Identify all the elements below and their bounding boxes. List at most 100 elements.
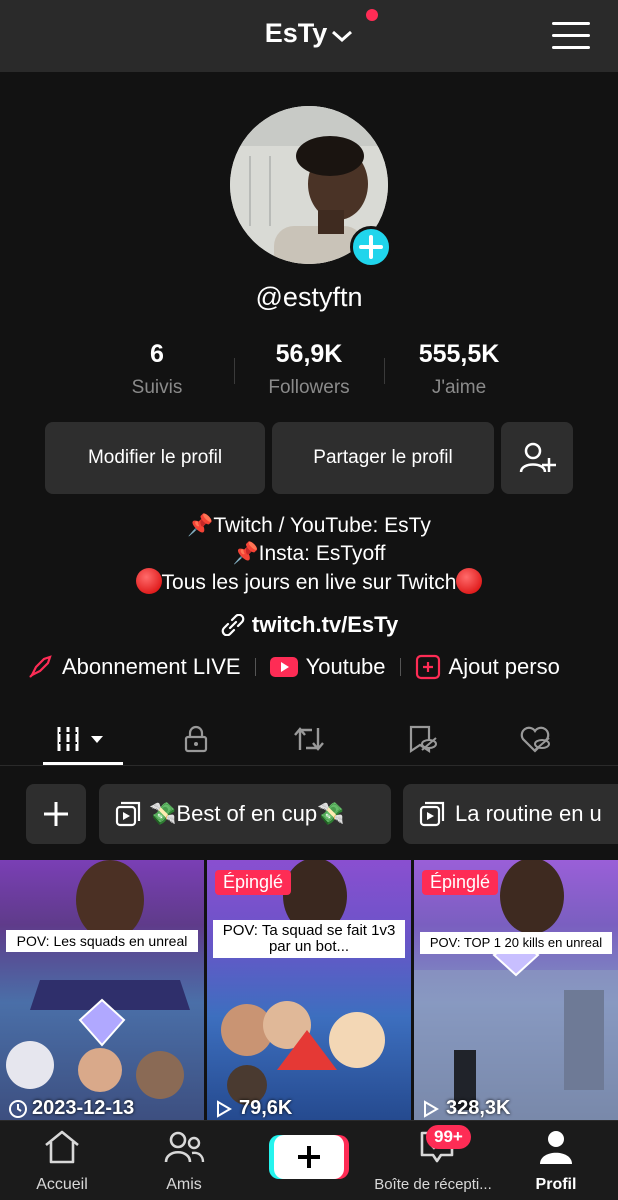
rocket-icon [29, 655, 52, 678]
video-grid: POV: Les squads en unreal 2023-12-13 Épi… [0, 860, 618, 1120]
nav-friends[interactable]: Amis [152, 1129, 216, 1194]
bookmark-hidden-icon [409, 725, 437, 754]
lock-icon [184, 725, 208, 753]
bio-line: Tous les jours en live sur Twitch [161, 571, 457, 594]
money-icon: 💸 [149, 801, 177, 826]
edit-profile-button[interactable]: Modifier le profil [45, 422, 265, 494]
video-caption: POV: Les squads en unreal [6, 930, 198, 952]
link-label: Abonnement LIVE [62, 654, 241, 679]
video-meta: 79,6K [215, 1097, 292, 1120]
pushpin-icon: 📌 [187, 514, 214, 537]
top-bar: EsTy [0, 0, 618, 72]
live-subscription-link[interactable]: Abonnement LIVE [26, 653, 241, 681]
tab-liked[interactable] [495, 712, 575, 766]
video-thumbnail[interactable]: POV: Les squads en unreal 2023-12-13 [0, 860, 204, 1120]
plus-icon [298, 1146, 320, 1168]
divider [254, 658, 256, 676]
video-caption: POV: Ta squad se fait 1v3 par un bot... [213, 920, 405, 958]
link-icon [221, 613, 245, 637]
playlist-icon [115, 801, 141, 827]
stat-followers[interactable]: 56,9K Followers [234, 340, 384, 399]
video-caption: POV: TOP 1 20 kills en unreal [420, 932, 612, 954]
video-meta: 328,3K [422, 1097, 511, 1120]
tab-reposts[interactable] [269, 712, 349, 766]
red-circle-icon [456, 568, 483, 594]
divider [399, 658, 401, 676]
video-thumbnail[interactable]: Épinglé POV: Ta squad se fait 1v3 par un… [207, 860, 411, 1120]
stat-likes[interactable]: 555,5K J'aime [384, 340, 534, 399]
stat-label: Suivis [131, 377, 183, 398]
money-icon: 💸 [317, 801, 345, 826]
video-thumbnail[interactable]: Épinglé POV: TOP 1 20 kills en unreal 32… [414, 860, 618, 1120]
playlist-title: Best of en cup [176, 801, 318, 826]
share-profile-button[interactable]: Partager le profil [272, 422, 494, 494]
notification-dot [366, 9, 378, 21]
view-count: 79,6K [239, 1097, 293, 1119]
play-icon [424, 1099, 439, 1118]
username: @estyftn [255, 282, 363, 312]
repost-icon [294, 727, 324, 751]
play-icon [217, 1099, 232, 1118]
heart-hidden-icon [520, 726, 550, 753]
inbox-badge: 99+ [426, 1125, 471, 1149]
red-circle-icon [135, 568, 162, 594]
stat-label: Followers [268, 377, 350, 398]
stat-following[interactable]: 6 Suivis [82, 340, 232, 399]
bio-line: Insta: EsTyoff [258, 542, 386, 565]
add-avatar-button[interactable] [350, 226, 392, 268]
stats-row: 6 Suivis 56,9K Followers 555,5K J'aime [82, 340, 536, 402]
video-meta: 2023-12-13 [8, 1097, 134, 1120]
add-square-icon [415, 654, 440, 680]
tab-videos[interactable] [43, 712, 123, 766]
youtube-link[interactable]: Youtube [269, 654, 386, 680]
stat-value: 6 [150, 340, 164, 368]
nav-label: Amis [166, 1176, 202, 1193]
grid-icon [57, 727, 103, 751]
nav-home[interactable]: Accueil [30, 1129, 94, 1194]
video-date: 2023-12-13 [32, 1097, 135, 1119]
thumbnail-image [221, 860, 385, 1105]
add-custom-link[interactable]: Ajout perso [415, 654, 560, 680]
bio-line: Twitch / YouTube: EsTy [213, 514, 431, 537]
pushpin-icon: 📌 [232, 542, 259, 565]
quick-links: Abonnement LIVE Youtube Ajout perso [26, 652, 560, 682]
chevron-down-icon [331, 19, 353, 50]
playlist-title: La routine en u [455, 801, 602, 826]
create-button[interactable] [274, 1135, 344, 1179]
playlist-chip[interactable]: La routine en u [403, 784, 618, 844]
stat-value: 56,9K [275, 340, 343, 368]
bottom-nav: Accueil Amis Boîte de récepti... 99+ Pro… [0, 1120, 618, 1200]
link-label: Youtube [305, 654, 386, 679]
content-tabs [0, 712, 618, 766]
tab-private[interactable] [156, 712, 236, 766]
stat-value: 555,5K [418, 340, 500, 368]
nav-label: Profil [535, 1176, 577, 1193]
tab-indicator [43, 762, 123, 765]
pinned-badge: Épinglé [215, 870, 292, 895]
plus-icon [44, 802, 68, 826]
bio: 📌Twitch / YouTube: EsTy 📌Insta: EsTyoff … [0, 512, 618, 597]
playlist-icon [419, 801, 445, 827]
clock-icon [9, 1099, 27, 1118]
link-text: twitch.tv/EsTy [251, 612, 399, 637]
nav-profile[interactable]: Profil [524, 1129, 588, 1194]
link-label: Ajout perso [448, 654, 560, 679]
add-friend-button[interactable] [501, 422, 573, 494]
nav-label: Boîte de récepti... [374, 1176, 492, 1193]
menu-icon[interactable] [552, 22, 590, 50]
account-name: EsTy [264, 18, 328, 48]
thumbnail-image [414, 860, 618, 1120]
account-switcher[interactable]: EsTy [0, 18, 618, 50]
playlist-chip[interactable]: 💸 Best of en cup 💸 [99, 784, 391, 844]
add-user-icon [519, 442, 556, 473]
stat-label: J'aime [431, 377, 487, 398]
home-icon [45, 1130, 79, 1164]
add-playlist-button[interactable] [26, 784, 86, 844]
youtube-icon [269, 657, 298, 677]
tab-favorites[interactable] [382, 712, 462, 766]
nav-label: Accueil [36, 1176, 88, 1193]
thumbnail-image [6, 860, 190, 1099]
profile-link[interactable]: twitch.tv/EsTy [0, 612, 618, 638]
friends-icon [164, 1131, 205, 1163]
pinned-badge: Épinglé [422, 870, 499, 895]
